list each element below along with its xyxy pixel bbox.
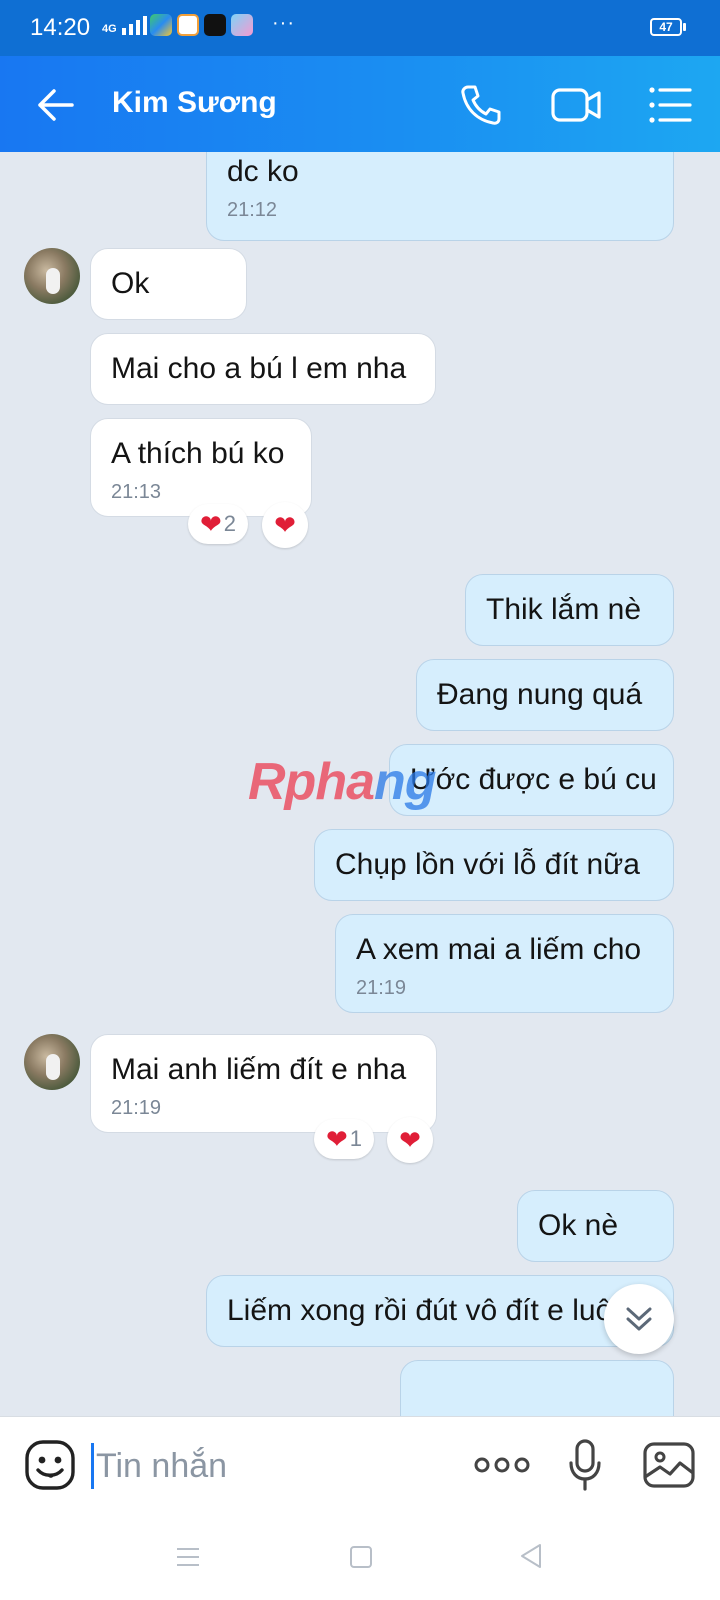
signal-icon: 4G xyxy=(102,16,147,35)
message-text: A thích bú ko xyxy=(111,437,285,470)
scroll-to-bottom-button[interactable] xyxy=(604,1284,674,1354)
reaction-count: 2 xyxy=(223,511,237,536)
react-heart-button[interactable]: ❤ xyxy=(387,1117,433,1163)
message-text: Thik lắm nè xyxy=(486,593,642,626)
system-navigation-bar xyxy=(0,1516,720,1600)
message-bubble-incoming[interactable]: Mai anh liếm đít e nha 21:19 xyxy=(90,1034,437,1133)
message-text: dc ko xyxy=(227,155,299,188)
message-text: Mai anh liếm đít e nha xyxy=(111,1053,407,1086)
tiktok-icon xyxy=(204,14,226,36)
message-bubble-outgoing[interactable]: Đang nung quá xyxy=(416,659,674,731)
back-arrow-icon[interactable] xyxy=(34,84,76,126)
more-options-icon[interactable] xyxy=(474,1455,530,1475)
menu-list-icon[interactable] xyxy=(648,84,692,126)
chevron-double-down-icon xyxy=(626,1307,652,1331)
status-bar: 14:20 4G ··· 47 xyxy=(0,0,720,56)
message-bubble-outgoing[interactable]: Thik lắm nè xyxy=(465,574,674,646)
message-text: Chụp lồn với lỗ đít nữa xyxy=(335,848,640,881)
back-triangle-icon[interactable] xyxy=(518,1542,544,1570)
home-icon[interactable] xyxy=(350,1546,372,1568)
battery-icon: 47 xyxy=(650,18,682,36)
message-text: Đang nung quá xyxy=(437,678,643,711)
message-bubble-outgoing[interactable]: Chụp lồn với lỗ đít nữa xyxy=(314,829,674,901)
message-text: Ok nè xyxy=(538,1209,619,1242)
message-text: A xem mai a liếm cho xyxy=(356,933,642,966)
app-notification-icon xyxy=(177,14,199,36)
more-notifications-icon: ··· xyxy=(272,12,295,34)
message-list[interactable]: dc ko 21:12 Ok Mai cho a bú l em nha A t… xyxy=(0,152,720,1416)
message-bubble-incoming[interactable]: Mai cho a bú l em nha xyxy=(90,333,436,405)
message-text: Mai cho a bú l em nha xyxy=(111,352,407,385)
message-bubble-outgoing[interactable]: Ok nè xyxy=(517,1190,674,1262)
message-text: Ước được e bú cu xyxy=(410,763,657,796)
notification-icons xyxy=(150,14,253,36)
message-time: 21:12 xyxy=(227,199,278,221)
video-call-icon[interactable] xyxy=(550,84,602,126)
phone-icon[interactable] xyxy=(458,82,504,128)
image-gallery-icon[interactable] xyxy=(642,1441,696,1489)
message-time: 21:13 xyxy=(111,481,162,503)
heart-icon: ❤ xyxy=(325,1124,348,1154)
app-notification-icon xyxy=(150,14,172,36)
message-bubble-outgoing[interactable]: A xem mai a liếm cho 21:19 xyxy=(335,914,674,1013)
contact-name[interactable]: Kim Sương xyxy=(112,86,277,120)
message-time: 21:19 xyxy=(356,977,407,999)
message-bubble-incoming[interactable]: Ok xyxy=(90,248,247,320)
message-text: Ok xyxy=(111,267,150,300)
reaction-count: 1 xyxy=(349,1126,363,1151)
message-input[interactable]: Tin nhắn xyxy=(96,1447,227,1486)
message-time: 21:19 xyxy=(111,1097,162,1119)
reaction-summary[interactable]: ❤ 1 xyxy=(314,1119,374,1159)
react-heart-button[interactable]: ❤ xyxy=(262,502,308,548)
message-composer: Tin nhắn xyxy=(0,1416,720,1517)
microphone-icon[interactable] xyxy=(568,1439,602,1491)
message-bubble-outgoing[interactable]: dc ko 21:12 xyxy=(206,152,674,241)
contact-avatar[interactable] xyxy=(24,248,80,304)
chat-header: Kim Sương xyxy=(0,56,720,152)
watermark-logo: Rphang xyxy=(248,753,437,811)
message-bubble-outgoing[interactable] xyxy=(400,1360,674,1416)
reaction-summary[interactable]: ❤ 2 xyxy=(188,504,248,544)
recent-apps-icon[interactable] xyxy=(176,1546,200,1568)
status-time: 14:20 xyxy=(30,14,91,41)
app-notification-icon xyxy=(231,14,253,36)
heart-icon: ❤ xyxy=(399,1125,421,1155)
message-text: Liếm xong rồi đút vô đít e luôn xyxy=(227,1294,629,1327)
text-cursor xyxy=(91,1443,94,1489)
heart-icon: ❤ xyxy=(274,510,296,540)
contact-avatar[interactable] xyxy=(24,1034,80,1090)
heart-icon: ❤ xyxy=(199,509,222,539)
emoji-icon[interactable] xyxy=(24,1439,76,1491)
